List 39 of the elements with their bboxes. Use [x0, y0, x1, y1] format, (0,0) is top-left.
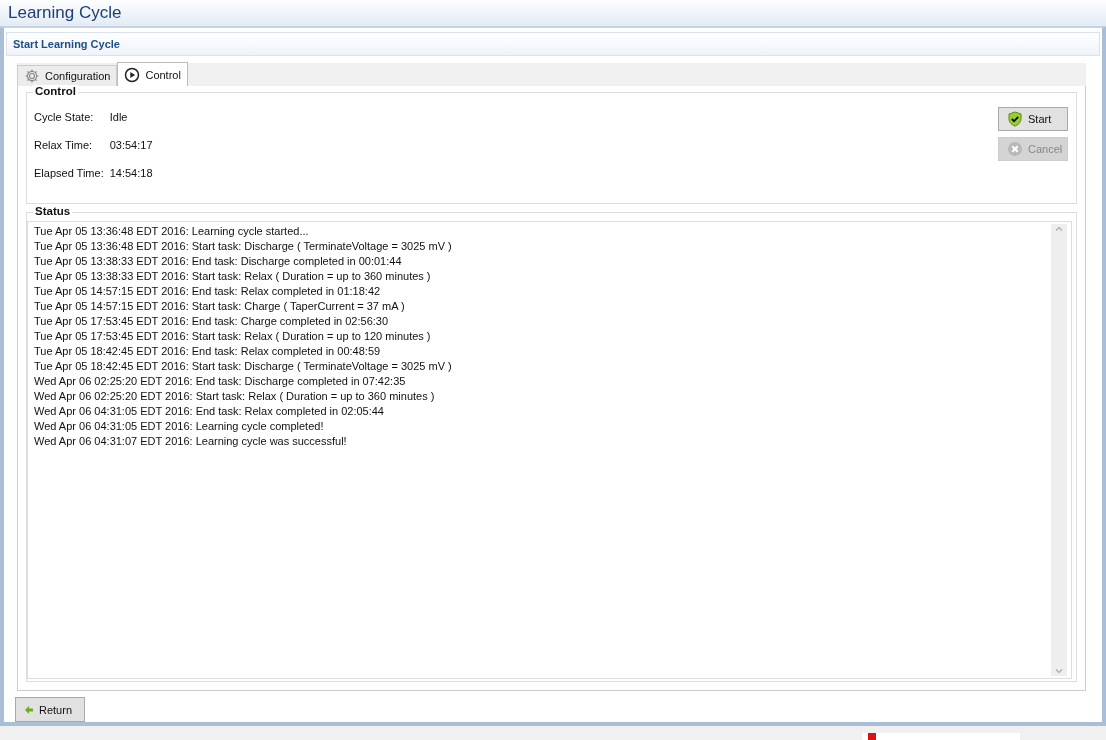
log-line: Tue Apr 05 14:57:15 EDT 2016: End task: Relax completed in 01:18:42 [34, 284, 382, 299]
log-line: Tue Apr 05 13:38:33 EDT 2016: Start task: Relax ( Duration = up to 360 minutes ) [34, 269, 432, 284]
scroll-up-icon[interactable] [1054, 224, 1064, 234]
field-label: Cycle State: [34, 111, 95, 123]
scroll-down-icon[interactable] [1054, 666, 1064, 676]
field-value: Idle [109, 111, 129, 123]
play-icon [124, 66, 141, 83]
log-line: Wed Apr 06 04:31:07 EDT 2016: Learning cycle was successful! [34, 434, 348, 449]
log-line: Tue Apr 05 18:42:45 EDT 2016: End task: Relax completed in 00:48:59 [34, 344, 382, 359]
group-title: Control [33, 85, 78, 97]
field-value: 14:54:18 [109, 167, 153, 179]
log-line: Wed Apr 06 04:31:05 EDT 2016: End task: Relax completed in 02:05:44 [34, 404, 385, 419]
cancel-icon [1007, 141, 1023, 157]
gear-icon [24, 68, 40, 84]
log-line: Tue Apr 05 14:57:15 EDT 2016: Start task: Charge ( TaperCurrent = 37 mA ) [34, 299, 406, 314]
field-label: Relax Time: [34, 139, 94, 151]
log-line: Tue Apr 05 17:53:45 EDT 2016: End task: Charge completed in 02:56:30 [34, 314, 390, 329]
start-button[interactable]: Start [998, 107, 1068, 131]
log-line: Tue Apr 05 13:36:48 EDT 2016: Start task: Discharge ( TerminateVoltage = 3025 mV ) [34, 239, 453, 254]
field-value: 03:54:17 [109, 139, 153, 151]
log-line: Wed Apr 06 04:31:05 EDT 2016: Learning cycle completed! [34, 419, 325, 434]
group-title: Status [33, 205, 73, 217]
taskbar-item[interactable] [862, 733, 1020, 740]
return-button[interactable]: Return [15, 697, 85, 722]
log-line: Tue Apr 05 17:53:45 EDT 2016: Start task: Relax ( Duration = up to 120 minutes ) [34, 329, 432, 344]
log-line: Wed Apr 06 02:25:20 EDT 2016: Start task: Relax ( Duration = up to 360 minutes ) [34, 389, 436, 404]
shield-check-icon [1007, 111, 1023, 127]
section-title: Start Learning Cycle [13, 38, 120, 50]
tab[interactable]: Configuration [17, 65, 118, 86]
log-line: Wed Apr 06 02:25:20 EDT 2016: End task: Discharge completed in 07:42:35 [34, 374, 407, 389]
left-arrow-icon [24, 704, 34, 715]
scrollbar[interactable] [1051, 224, 1067, 676]
log-line: Tue Apr 05 13:36:48 EDT 2016: Learning cycle started... [34, 224, 310, 239]
log-line: Tue Apr 05 18:42:45 EDT 2016: Start task: Discharge ( TerminateVoltage = 3025 mV ) [34, 359, 453, 374]
tab[interactable]: Control [117, 62, 188, 86]
logo-icon [868, 733, 876, 740]
log-line: Tue Apr 05 13:38:33 EDT 2016: End task: Discharge completed in 00:01:44 [34, 254, 403, 269]
window-title: Learning Cycle [8, 3, 122, 23]
field-label: Elapsed Time: [34, 167, 104, 179]
